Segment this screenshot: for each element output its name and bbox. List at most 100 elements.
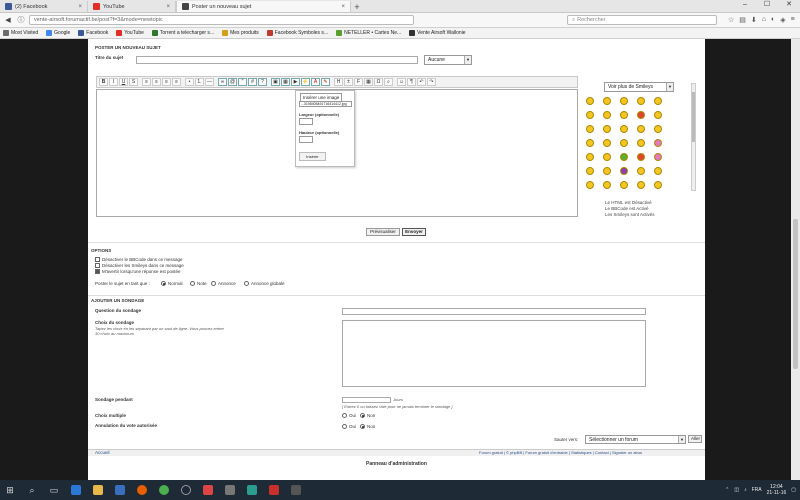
reader-icon[interactable]: ▤ bbox=[739, 16, 746, 24]
network-icon[interactable]: ◫ bbox=[734, 487, 739, 493]
smiley-icon[interactable] bbox=[603, 153, 611, 161]
tab-facebook[interactable]: (2) Facebook × bbox=[0, 1, 88, 12]
scroll-thumb[interactable] bbox=[793, 219, 798, 369]
search-replace-button[interactable]: ⌕ bbox=[384, 78, 393, 86]
smiley-icon[interactable] bbox=[603, 125, 611, 133]
app-icon[interactable] bbox=[246, 484, 258, 496]
task-view-icon[interactable]: ▭ bbox=[48, 484, 60, 496]
font-size-button[interactable]: ± bbox=[344, 78, 353, 86]
list-number-button[interactable]: 1. bbox=[195, 78, 204, 86]
color-button[interactable]: A bbox=[311, 78, 320, 86]
smiley-icon[interactable] bbox=[603, 139, 611, 147]
table-button[interactable]: ▦ bbox=[364, 78, 373, 86]
subject-input[interactable] bbox=[136, 56, 418, 64]
quote-button[interactable]: " bbox=[238, 78, 247, 86]
footer-links[interactable]: Forum gratuit | © phpBB | Forum gratuit … bbox=[479, 450, 642, 455]
strike-button[interactable]: S bbox=[129, 78, 138, 86]
smiley-icon[interactable] bbox=[603, 97, 611, 105]
home-icon[interactable]: ⌂ bbox=[762, 16, 766, 24]
smiley-icon[interactable] bbox=[620, 139, 628, 147]
purple-smiley-icon[interactable] bbox=[620, 167, 628, 175]
search-input[interactable]: ⌕ Rechercher bbox=[567, 15, 717, 25]
multiple-choice-yes-radio[interactable] bbox=[342, 413, 347, 418]
store-icon[interactable] bbox=[114, 484, 126, 496]
prefix-select[interactable]: Aucune ▼ bbox=[424, 55, 472, 65]
notify-reply-checkbox[interactable] bbox=[95, 269, 100, 274]
media-icon[interactable] bbox=[202, 484, 214, 496]
smiley-icon[interactable] bbox=[637, 97, 645, 105]
close-icon[interactable]: × bbox=[341, 4, 345, 10]
smiley-icon[interactable] bbox=[654, 97, 662, 105]
search-icon[interactable]: ⌕ bbox=[26, 484, 38, 496]
code-button[interactable]: # bbox=[248, 78, 257, 86]
close-window-icon[interactable]: ✕ bbox=[778, 0, 800, 10]
bookmark-google[interactable]: Google bbox=[46, 30, 70, 36]
smiley-icon[interactable] bbox=[637, 125, 645, 133]
smiley-icon[interactable] bbox=[586, 167, 594, 175]
bookmark-vente-airsoft[interactable]: Vente Airsoft Wallonie bbox=[409, 30, 466, 36]
post-as-global-radio[interactable] bbox=[244, 281, 249, 286]
post-as-normal-radio[interactable] bbox=[161, 281, 166, 286]
smiley-icon[interactable] bbox=[654, 111, 662, 119]
steam-icon[interactable] bbox=[180, 484, 192, 496]
bookmark-facebook[interactable]: Facebook bbox=[78, 30, 108, 36]
home-link[interactable]: Accueil bbox=[95, 450, 110, 455]
smiley-icon[interactable] bbox=[603, 181, 611, 189]
smiley-icon[interactable] bbox=[586, 125, 594, 133]
font-button[interactable]: F bbox=[354, 78, 363, 86]
format-button[interactable]: ¶ bbox=[407, 78, 416, 86]
chrome-icon[interactable] bbox=[158, 484, 170, 496]
share-icon[interactable]: ◐ bbox=[771, 16, 775, 24]
smiley-icon[interactable] bbox=[637, 167, 645, 175]
pig-smiley-icon[interactable] bbox=[654, 153, 662, 161]
poll-choices-input[interactable] bbox=[342, 320, 646, 387]
address-bar[interactable]: vente-airsoft.forumactif.be/post?f=3&mod… bbox=[29, 15, 414, 25]
clock[interactable]: 12:04 21-11-16 bbox=[767, 484, 787, 496]
emoticon-button[interactable]: ☺ bbox=[397, 78, 406, 86]
bold-button[interactable]: B bbox=[99, 78, 108, 86]
smiley-icon[interactable] bbox=[620, 97, 628, 105]
edge-icon[interactable] bbox=[70, 484, 82, 496]
disable-bbcode-checkbox[interactable] bbox=[95, 257, 100, 262]
smiley-icon[interactable] bbox=[620, 125, 628, 133]
insert-button[interactable]: Insérer bbox=[299, 152, 326, 161]
info-icon[interactable]: ⓘ bbox=[16, 15, 26, 25]
revote-no-radio[interactable] bbox=[360, 424, 365, 429]
list-bullet-button[interactable]: • bbox=[185, 78, 194, 86]
poll-question-input[interactable] bbox=[342, 308, 646, 315]
shield-icon[interactable]: ◈ bbox=[780, 16, 785, 24]
tab-youtube[interactable]: YouTube × bbox=[88, 1, 176, 12]
pig-smiley-icon[interactable] bbox=[654, 139, 662, 147]
angry-smiley-icon[interactable] bbox=[637, 111, 645, 119]
email-button[interactable]: @ bbox=[228, 78, 237, 86]
smiley-icon[interactable] bbox=[620, 181, 628, 189]
bookmark-facebook-symboles[interactable]: Facebook Symboles s... bbox=[266, 30, 328, 36]
preview-button[interactable]: Prévisualiser bbox=[366, 228, 400, 236]
app-icon[interactable] bbox=[224, 484, 236, 496]
explorer-icon[interactable] bbox=[92, 484, 104, 496]
app-icon[interactable] bbox=[290, 484, 302, 496]
close-icon[interactable]: × bbox=[166, 4, 170, 10]
align-center-button[interactable]: ≡ bbox=[152, 78, 161, 86]
image-url-input[interactable]: ...3198405491716414412.jpg bbox=[299, 101, 352, 107]
bookmark-neteller[interactable]: NETELLER • Cartes Ne... bbox=[336, 30, 401, 36]
post-as-note-radio[interactable] bbox=[190, 281, 195, 286]
smiley-icon[interactable] bbox=[586, 97, 594, 105]
smiley-icon[interactable] bbox=[654, 181, 662, 189]
pen-button[interactable]: ✎ bbox=[321, 78, 330, 86]
menu-icon[interactable]: ≡ bbox=[791, 16, 795, 24]
revote-yes-radio[interactable] bbox=[342, 424, 347, 429]
multiple-choice-no-radio[interactable] bbox=[360, 413, 365, 418]
maximize-icon[interactable]: ☐ bbox=[756, 0, 778, 10]
redo-button[interactable]: ↷ bbox=[427, 78, 436, 86]
back-icon[interactable]: ◀ bbox=[3, 15, 13, 25]
smiley-icon[interactable] bbox=[586, 153, 594, 161]
volume-icon[interactable]: ♪ bbox=[744, 487, 747, 493]
green-smiley-icon[interactable] bbox=[620, 153, 628, 161]
smiley-icon[interactable] bbox=[586, 139, 594, 147]
poll-duration-input[interactable] bbox=[342, 397, 391, 403]
underline-button[interactable]: U bbox=[119, 78, 128, 86]
bookmark-most-visited[interactable]: Most Visited bbox=[3, 30, 38, 36]
smiley-icon[interactable] bbox=[637, 139, 645, 147]
link-button[interactable]: ∞ bbox=[218, 78, 227, 86]
